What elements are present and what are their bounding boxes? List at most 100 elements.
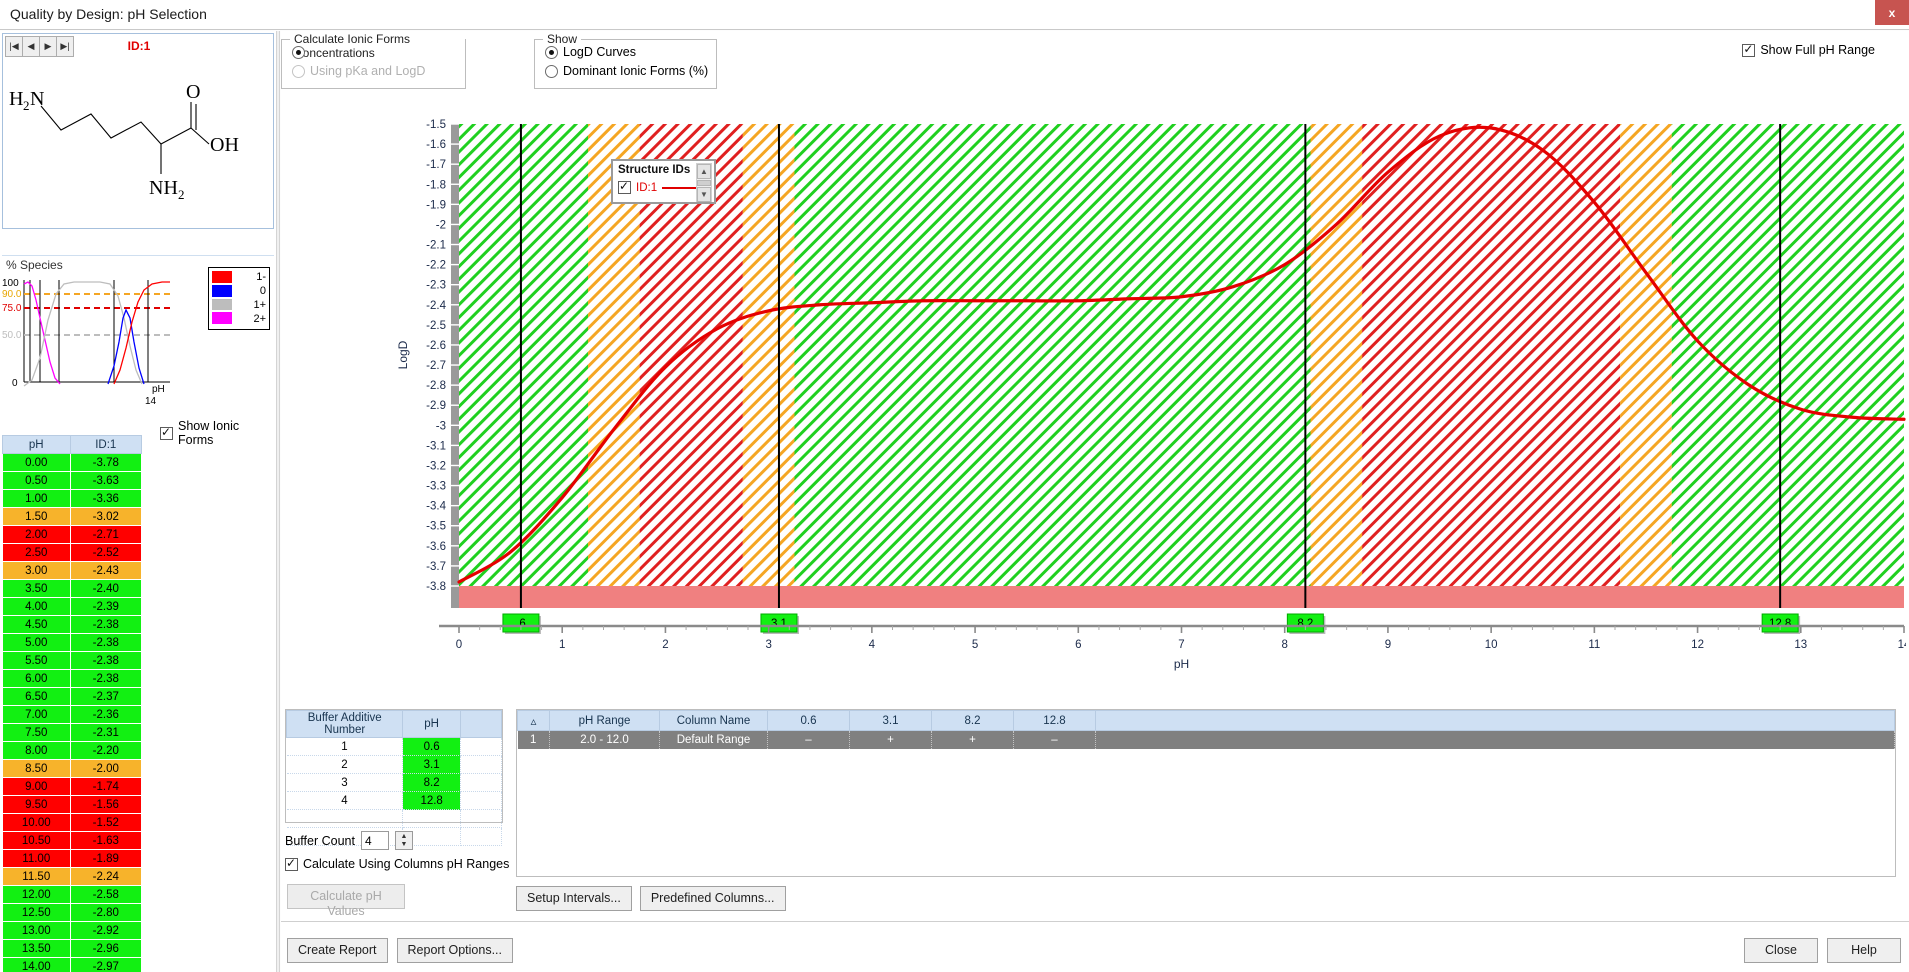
svg-text:2: 2 [662, 639, 668, 651]
table-row[interactable]: 5.00-2.38 [3, 634, 142, 652]
setup-intervals-button[interactable]: Setup Intervals... [516, 886, 632, 911]
structure-ids-title: Structure IDs [618, 164, 690, 176]
grid-col-buffer-1: 0.6 [768, 711, 850, 731]
close-window-button[interactable]: x [1875, 0, 1909, 25]
table-row[interactable]: 7.00-2.36 [3, 706, 142, 724]
cell-logd: -2.37 [70, 688, 141, 706]
buffer-row[interactable]: 23.1 [287, 756, 502, 774]
table-row[interactable]: 13.50-2.96 [3, 940, 142, 958]
table-row[interactable]: 11.00-1.89 [3, 850, 142, 868]
scrollbar-thumb[interactable] [697, 180, 711, 186]
cell-buffer-1: – [768, 731, 850, 749]
cell-ph: 12.00 [3, 886, 71, 904]
table-row[interactable]: 9.00-1.74 [3, 778, 142, 796]
structure-ids-scrollbar[interactable]: ▲ ▼ [696, 163, 712, 202]
cell-buffer-ph[interactable]: 12.8 [403, 792, 460, 810]
ph-logd-table[interactable]: pH ID:1 0.00-3.780.50-3.631.00-3.361.50-… [2, 435, 274, 972]
help-button[interactable]: Help [1827, 938, 1901, 963]
table-row[interactable]: 1.00-3.36 [3, 490, 142, 508]
table-row[interactable]: 3.00-2.43 [3, 562, 142, 580]
cell-logd: -2.40 [70, 580, 141, 598]
table-row[interactable]: 4.50-2.38 [3, 616, 142, 634]
calculate-ph-values-button[interactable]: Calculate pH Values [287, 884, 405, 909]
stepper-down-icon[interactable]: ▼ [396, 841, 412, 850]
svg-text:-3.5: -3.5 [426, 521, 446, 533]
table-row[interactable]: 13.00-2.92 [3, 922, 142, 940]
radio-logd-curves[interactable]: LogD Curves [545, 45, 716, 59]
cell-logd: -2.38 [70, 652, 141, 670]
checkbox-box[interactable] [618, 181, 631, 194]
cell-logd: -3.02 [70, 508, 141, 526]
table-row[interactable]: 12.50-2.80 [3, 904, 142, 922]
radio-dominant-ionic-forms[interactable]: Dominant Ionic Forms (%) [545, 64, 716, 78]
table-row[interactable]: 11.50-2.24 [3, 868, 142, 886]
table-row[interactable]: 14.00-2.97 [3, 958, 142, 972]
cell-buffer-ph[interactable]: 0.6 [403, 738, 460, 756]
table-row[interactable]: 7.50-2.31 [3, 724, 142, 742]
radio-button[interactable] [545, 65, 558, 78]
cell-logd: -2.43 [70, 562, 141, 580]
table-row[interactable]: 9.50-1.56 [3, 796, 142, 814]
table-row[interactable]: 2.50-2.52 [3, 544, 142, 562]
radio-button[interactable] [545, 46, 558, 59]
table-row[interactable]: 8.50-2.00 [3, 760, 142, 778]
radio-using-pka-and-logd[interactable]: Using pKa and LogD [292, 64, 465, 78]
table-row[interactable]: 8.00-2.20 [3, 742, 142, 760]
table-row[interactable]: 5.50-2.38 [3, 652, 142, 670]
cell-logd: -1.63 [70, 832, 141, 850]
cell-column-name: Default Range [660, 731, 768, 749]
table-row[interactable]: 1.50-3.02 [3, 508, 142, 526]
predefined-columns-button[interactable]: Predefined Columns... [640, 886, 786, 911]
scroll-down-icon[interactable]: ▼ [697, 187, 711, 202]
grid-row[interactable]: 12.0 - 12.0Default Range–++– [518, 731, 1895, 749]
checkbox-box[interactable] [285, 858, 298, 871]
calculate-ionic-forms-group: Calculate Ionic Forms Concentrations Usi… [281, 39, 466, 89]
show-full-ph-range-checkbox[interactable]: Show Full pH Range [1742, 43, 1875, 57]
buffer-count-input[interactable] [361, 831, 389, 850]
close-button[interactable]: Close [1744, 938, 1818, 963]
cell-logd: -2.36 [70, 706, 141, 724]
svg-text:-2: -2 [436, 219, 446, 231]
table-row[interactable]: 12.00-2.58 [3, 886, 142, 904]
cell-ph: 14.00 [3, 958, 71, 972]
radio-button[interactable] [292, 65, 305, 78]
structure-ids-item[interactable]: ID:1 [618, 181, 696, 194]
calculate-using-columns-checkbox[interactable]: Calculate Using Columns pH Ranges [285, 857, 509, 871]
buffer-count-stepper[interactable]: ▲ ▼ [395, 831, 413, 850]
buffer-row[interactable]: 412.8 [287, 792, 502, 810]
buffer-row[interactable]: 38.2 [287, 774, 502, 792]
svg-text:-2.3: -2.3 [426, 280, 446, 292]
table-row[interactable]: 0.50-3.63 [3, 472, 142, 490]
table-row[interactable]: 6.00-2.38 [3, 670, 142, 688]
table-row[interactable]: 10.50-1.63 [3, 832, 142, 850]
table-row[interactable]: 3.50-2.40 [3, 580, 142, 598]
cell-logd: -2.39 [70, 598, 141, 616]
buffer-row[interactable]: 10.6 [287, 738, 502, 756]
scroll-up-icon[interactable]: ▲ [697, 164, 711, 179]
buffer-additives-table[interactable]: Buffer Additive Number pH 10.623.138.241… [285, 709, 503, 823]
molecule-drawing: H 2 N O OH NH 2 [3, 52, 275, 228]
table-row[interactable]: 0.00-3.78 [3, 454, 142, 472]
buffer-count-control[interactable]: Buffer Count ▲ ▼ [285, 831, 413, 850]
create-report-button[interactable]: Create Report [287, 938, 388, 963]
svg-text:-2.5: -2.5 [426, 320, 446, 332]
table-row[interactable]: 6.50-2.37 [3, 688, 142, 706]
cell-buffer-2: + [850, 731, 932, 749]
grid-col-sort-icon[interactable]: ▵ [518, 711, 550, 731]
structure-ids-legend-box[interactable]: Structure IDs ID:1 ▲ ▼ [611, 159, 716, 204]
cell-buffer-ph[interactable]: 8.2 [403, 774, 460, 792]
columns-grid[interactable]: ▵ pH Range Column Name 0.6 3.1 8.2 12.8 … [516, 709, 1896, 877]
table-row[interactable]: 4.00-2.39 [3, 598, 142, 616]
cell-buffer-4: – [1014, 731, 1096, 749]
table-row[interactable]: 10.00-1.52 [3, 814, 142, 832]
report-options-button[interactable]: Report Options... [397, 938, 514, 963]
checkbox-box[interactable] [1742, 44, 1755, 57]
cell-index: 1 [518, 731, 550, 749]
radio-button[interactable] [292, 46, 305, 59]
svg-text:12: 12 [1691, 639, 1704, 651]
stepper-up-icon[interactable]: ▲ [396, 832, 412, 841]
svg-text:6: 6 [1075, 639, 1081, 651]
cell-buffer-ph[interactable]: 3.1 [403, 756, 460, 774]
calculate-group-title: Calculate Ionic Forms Concentrations [290, 32, 465, 60]
table-row[interactable]: 2.00-2.71 [3, 526, 142, 544]
